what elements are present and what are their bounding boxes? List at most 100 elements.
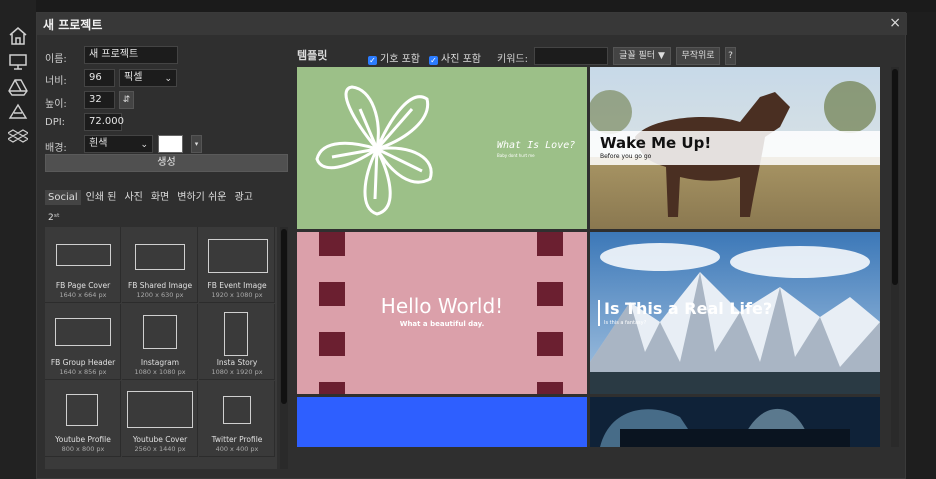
preset-shape [66, 394, 98, 426]
tab-5[interactable]: 광고 [231, 186, 255, 205]
include-symbols-label: 기호 포함 [380, 54, 420, 65]
preset-shape [55, 318, 111, 346]
preset-item[interactable]: Twitter Profile 400 x 400 px [199, 381, 275, 457]
preset-size: 1080 x 1920 px [211, 368, 263, 376]
preset-size: 400 x 400 px [215, 445, 259, 453]
width-label: 너비: [45, 76, 67, 87]
include-photos-label: 사진 포함 [441, 54, 481, 65]
template-card[interactable] [590, 397, 880, 447]
preset-shape [127, 391, 193, 428]
preset-item[interactable]: Instagram 1080 x 1080 px [122, 304, 198, 380]
name-label: 이름: [45, 54, 67, 65]
check-icon: ✓ [429, 56, 438, 65]
preset-size: 1640 x 856 px [59, 368, 107, 376]
swap-dimensions-button[interactable]: ⇵ [119, 91, 134, 109]
preset-item[interactable]: FB Event Image 1920 x 1080 px [199, 227, 275, 303]
preset-item[interactable]: Youtube Profile 800 x 800 px [45, 381, 121, 457]
width-field[interactable]: 96 [84, 69, 115, 87]
create-button[interactable]: 생성 [45, 154, 288, 172]
template-subtitle: Baby dont hurt me [497, 153, 535, 158]
preset-shape [56, 244, 111, 266]
dropbox-icon[interactable] [6, 127, 30, 147]
preset-tabs: Social 인쇄 된 사진 화면 변하기 쉬운 광고 2ˢᵗ [45, 186, 295, 226]
templates-title: 템플릿 [297, 49, 328, 62]
tab-3[interactable]: 화면 [148, 186, 172, 205]
tab-1[interactable]: 인쇄 된 [83, 186, 120, 205]
preset-shape [223, 396, 251, 424]
preset-size: 800 x 800 px [61, 445, 105, 453]
home-icon[interactable] [8, 26, 28, 46]
dialog-titlebar: 새 프로젝트 × [37, 13, 907, 35]
template-title: Is This a Real Life? [604, 299, 773, 318]
preset-shape [224, 312, 248, 356]
flower-symbol-icon [315, 85, 433, 216]
background-select[interactable]: 흰색 ⌄ [84, 135, 153, 153]
template-card[interactable]: Is This a Real Life? Is this a fantasy? [590, 232, 880, 394]
template-card[interactable] [297, 397, 587, 447]
color-dropdown-button[interactable]: ▾ [191, 135, 202, 153]
preset-item[interactable]: FB Group Header 1640 x 856 px [45, 304, 121, 380]
preset-name: FB Event Image [207, 281, 267, 290]
template-card[interactable]: Hello World! What a beautiful day. [297, 232, 587, 394]
include-symbols-checkbox[interactable]: ✓ 기호 포함 [368, 50, 420, 65]
preset-size: 1200 x 630 px [136, 291, 184, 299]
preset-size: 1640 x 664 px [59, 291, 107, 299]
preset-scrollbar[interactable] [280, 227, 288, 469]
tab-0[interactable]: Social [45, 190, 81, 205]
preset-item[interactable]: FB Page Cover 1640 x 664 px [45, 227, 121, 303]
dialog-title: 새 프로젝트 [43, 18, 103, 32]
preset-grid: FB Page Cover 1640 x 664 px FB Shared Imag… [45, 227, 277, 469]
preset-shape [208, 239, 268, 273]
preset-size: 2560 x 1440 px [134, 445, 186, 453]
preset-shape [135, 244, 185, 270]
chevron-down-icon: ▾ [194, 140, 199, 148]
background-label: 배경: [45, 143, 67, 154]
swap-icon: ⇵ [122, 95, 131, 105]
template-subtitle: What a beautiful day. [399, 320, 485, 328]
monitor-icon[interactable] [8, 52, 28, 72]
template-background [297, 397, 587, 447]
scrollbar-thumb[interactable] [892, 69, 898, 285]
preset-size: 1920 x 1080 px [211, 291, 263, 299]
preset-item[interactable]: Youtube Cover 2560 x 1440 px [122, 381, 198, 457]
tab-6[interactable]: 2ˢᵗ [45, 211, 293, 225]
left-sidebar [0, 0, 36, 479]
check-icon: ✓ [368, 56, 377, 65]
template-card[interactable]: What Is Love? Baby dont hurt me [297, 67, 587, 229]
template-title: Wake Me Up! [600, 134, 712, 152]
tab-4[interactable]: 변하기 쉬운 [174, 186, 229, 205]
preset-item[interactable]: Insta Story 1080 x 1920 px [199, 304, 275, 380]
keyword-label: 키워드: [497, 54, 528, 65]
random-button[interactable]: 무작위로 [676, 47, 720, 65]
template-subtitle: Is this a fantasy? [604, 320, 647, 326]
preset-name: Youtube Profile [55, 435, 111, 444]
close-icon[interactable]: × [889, 15, 901, 31]
template-title: What Is Love? [497, 140, 576, 151]
font-filter-button[interactable]: 글꼴 필터 ▼ [613, 47, 671, 65]
tab-2[interactable]: 사진 [121, 186, 145, 205]
preset-size: 1080 x 1080 px [134, 368, 186, 376]
name-field[interactable]: 새 프로젝트 [84, 46, 178, 64]
top-strip [36, 0, 936, 12]
preset-name: Instagram [140, 358, 180, 367]
unit-select[interactable]: 픽셀 ⌄ [119, 69, 177, 87]
drive-icon[interactable] [8, 77, 28, 97]
drive-outline-icon[interactable] [8, 102, 28, 122]
preset-name: FB Group Header [50, 358, 116, 367]
template-scrollbar[interactable] [891, 67, 899, 447]
dpi-label: DPI: [45, 117, 66, 128]
dpi-field[interactable]: 72.000 [84, 113, 124, 131]
preset-item[interactable]: FB Shared Image 1200 x 630 px [122, 227, 198, 303]
glass-photo-image [590, 397, 880, 447]
preset-name: FB Shared Image [127, 281, 193, 290]
keyword-input[interactable] [534, 47, 608, 65]
help-button[interactable]: ? [725, 47, 736, 65]
title-bar-accent [598, 300, 600, 326]
preset-name: Twitter Profile [211, 435, 263, 444]
height-field[interactable]: 32 [84, 91, 115, 109]
template-card[interactable]: Wake Me Up! Before you go go [590, 67, 880, 229]
background-color-swatch[interactable] [158, 135, 183, 153]
scrollbar-thumb[interactable] [281, 229, 287, 404]
preset-name: Youtube Cover [132, 435, 188, 444]
include-photos-checkbox[interactable]: ✓ 사진 포함 [429, 50, 481, 65]
